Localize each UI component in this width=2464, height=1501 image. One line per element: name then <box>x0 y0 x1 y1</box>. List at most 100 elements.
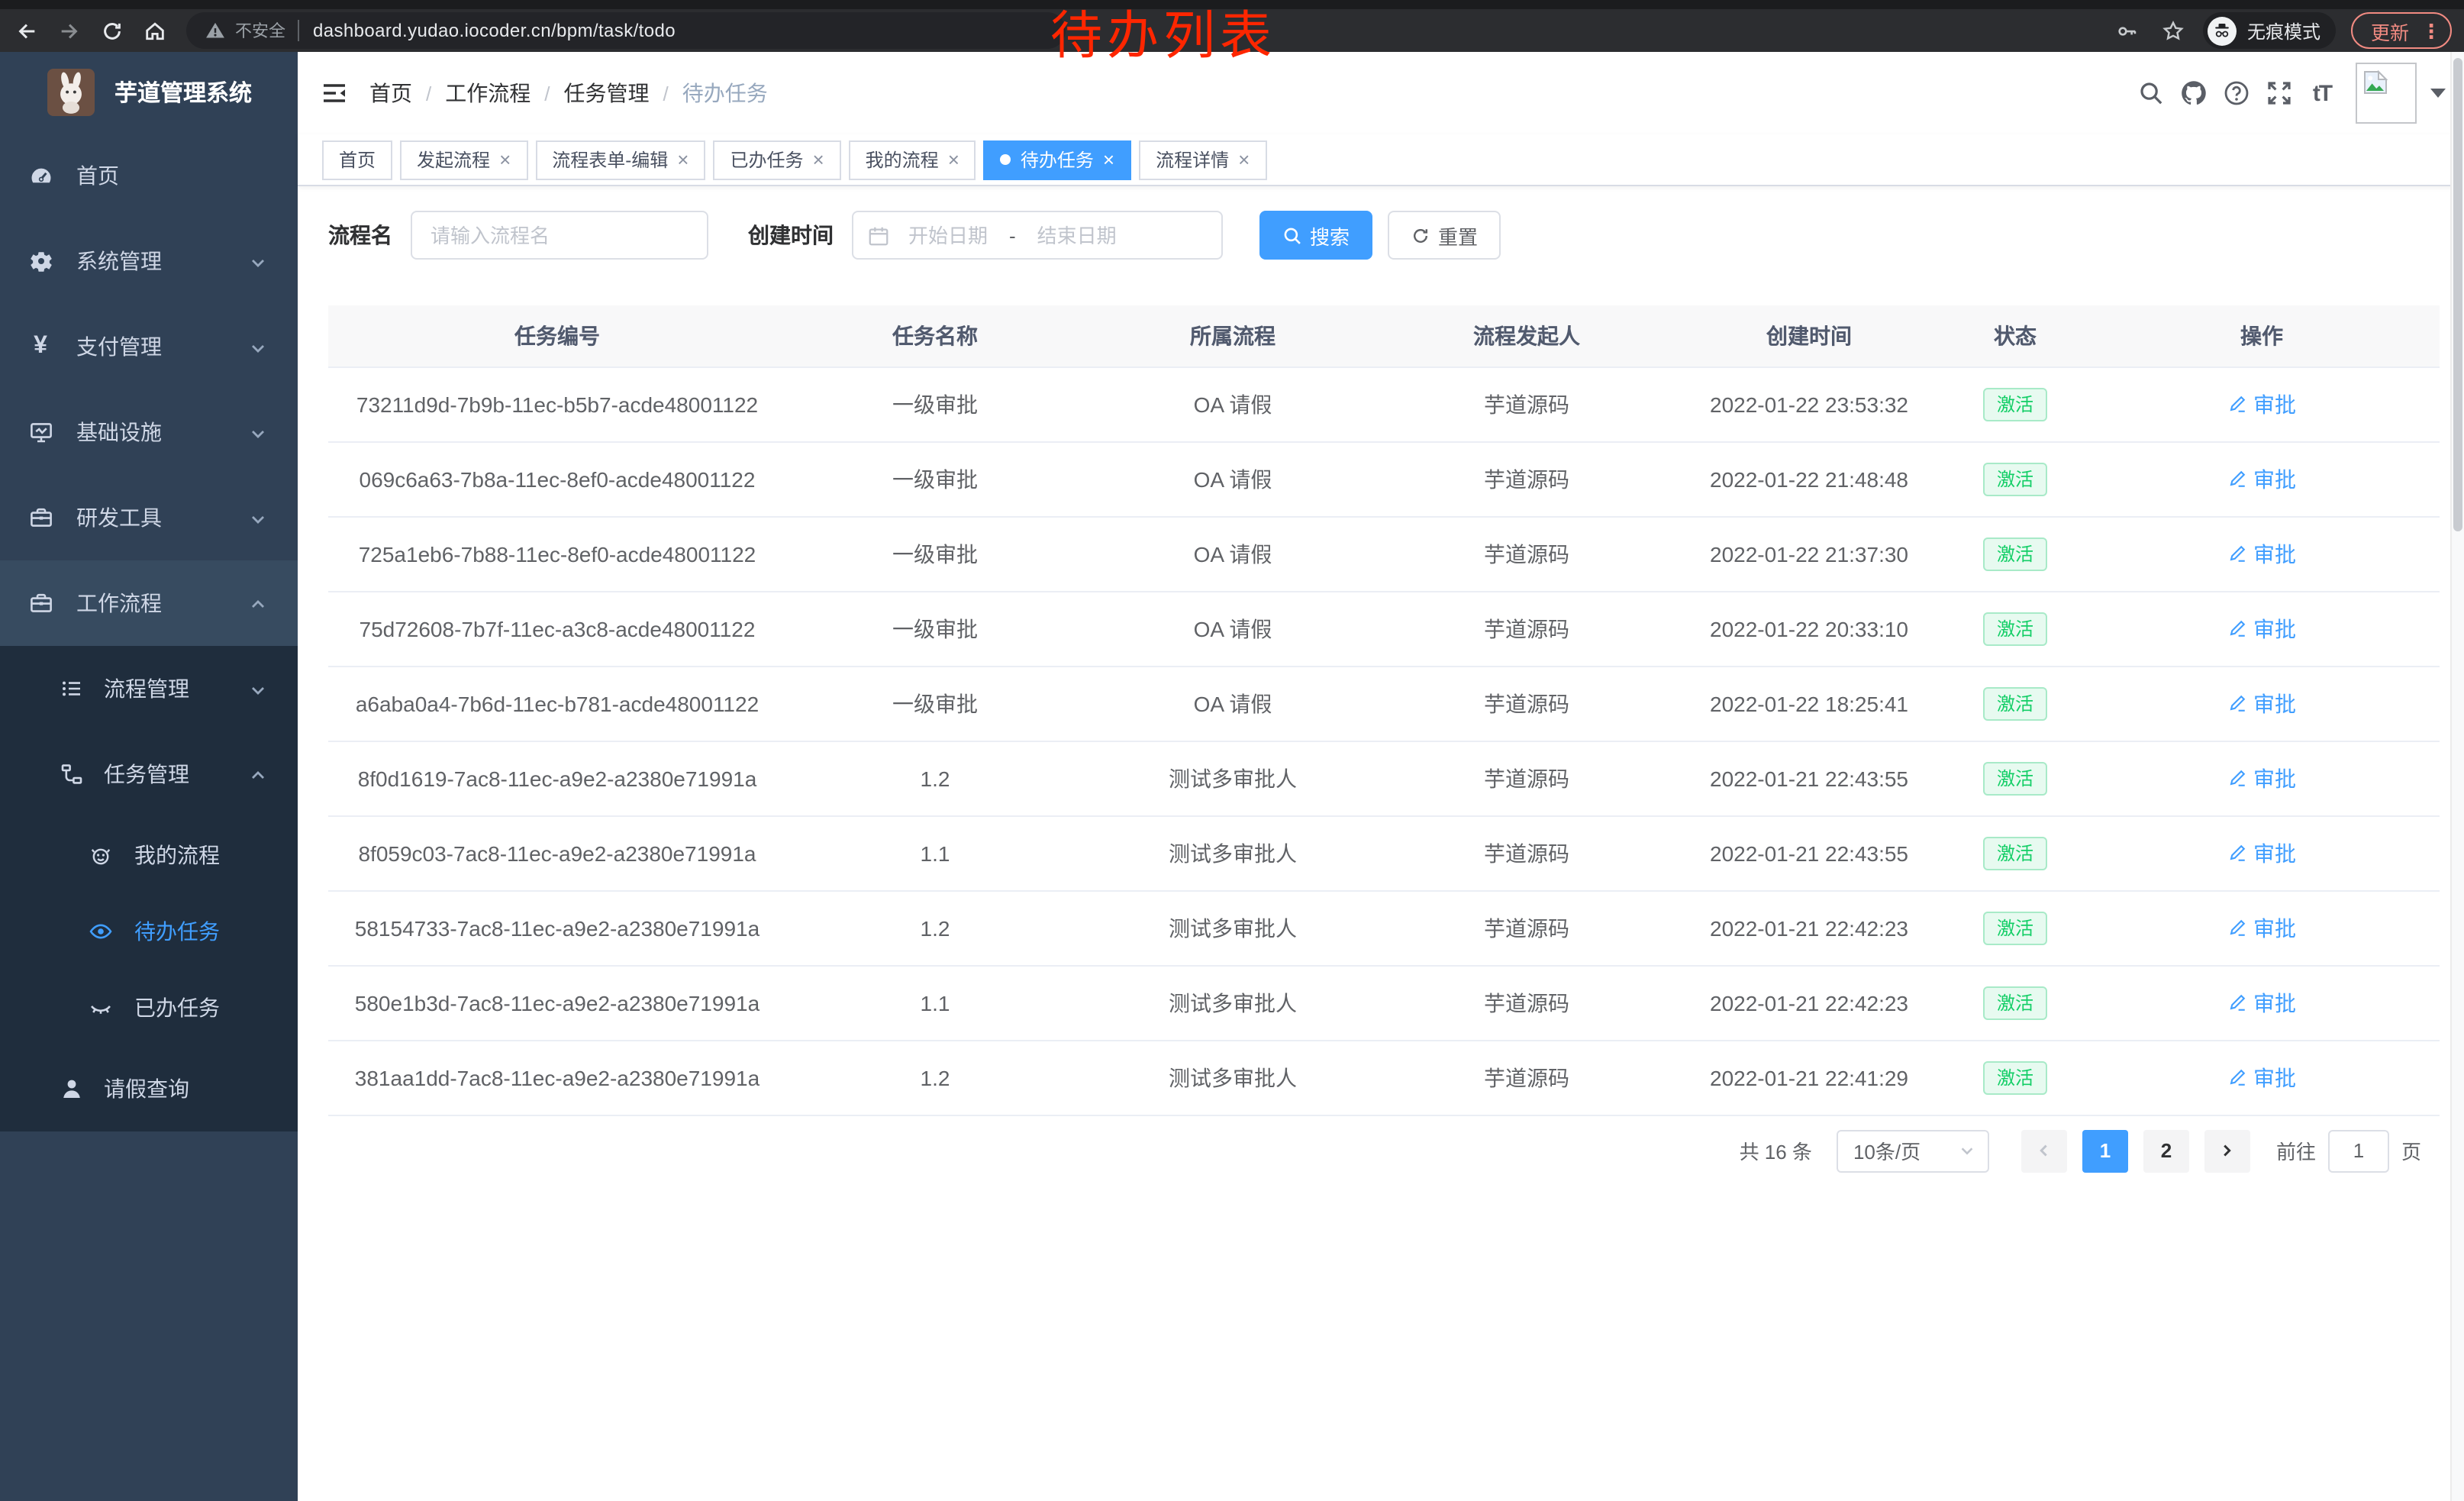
page-button-2[interactable]: 2 <box>2143 1129 2189 1172</box>
approve-link[interactable]: 审批 <box>2227 987 2296 1018</box>
breadcrumb-home[interactable]: 首页 <box>369 78 412 108</box>
close-icon[interactable]: × <box>499 150 511 169</box>
fullscreen-icon[interactable] <box>2258 72 2301 115</box>
app-logo-image <box>47 69 95 116</box>
edit-pen-icon <box>2227 918 2247 938</box>
tab-home[interactable]: 首页 <box>322 140 392 179</box>
starter-cell: 芋道源码 <box>1484 691 1569 715</box>
approve-link[interactable]: 审批 <box>2227 1062 2296 1093</box>
next-page-button[interactable] <box>2204 1129 2250 1172</box>
sidebar-collapse-icon[interactable] <box>318 76 351 110</box>
chevron-down-icon <box>1959 1142 1975 1159</box>
sidebar-item-home[interactable]: 首页 <box>0 133 298 218</box>
close-icon[interactable]: × <box>1238 150 1250 169</box>
forward-icon[interactable] <box>52 14 85 47</box>
task-id-cell: 725a1eb6-7b88-11ec-8ef0-acde48001122 <box>359 541 756 566</box>
task-id-cell: 580e1b3d-7ac8-11ec-a9e2-a2380e71991a <box>355 990 760 1015</box>
sidebar-item-label: 工作流程 <box>76 588 162 618</box>
approve-link[interactable]: 审批 <box>2227 538 2296 569</box>
sidebar-item-todo-tasks[interactable]: 待办任务 <box>0 893 298 970</box>
font-size-icon[interactable]: tT <box>2301 72 2343 115</box>
process-name-input[interactable] <box>411 211 708 260</box>
sidebar-item-done-tasks[interactable]: 已办任务 <box>0 970 298 1046</box>
approve-link[interactable]: 审批 <box>2227 912 2296 943</box>
tab-my-process[interactable]: 我的流程× <box>849 140 976 179</box>
tab-start-process[interactable]: 发起流程× <box>400 140 527 179</box>
goto-label: 前往 <box>2276 1136 2316 1165</box>
sidebar-item-task-management[interactable]: 任务管理 <box>0 731 298 817</box>
scrollbar-thumb[interactable] <box>2453 58 2462 531</box>
create-time-cell: 2022-01-21 22:43:55 <box>1710 766 1908 790</box>
end-date-input[interactable] <box>1019 224 1135 247</box>
yen-icon: ¥ <box>27 334 53 360</box>
bookmark-star-icon[interactable] <box>2157 14 2191 47</box>
search-button[interactable]: 搜索 <box>1259 211 1372 260</box>
edit-pen-icon <box>2227 618 2247 638</box>
sidebar-item-my-process[interactable]: 我的流程 <box>0 817 298 893</box>
reload-icon[interactable] <box>95 14 128 47</box>
page-button-1[interactable]: 1 <box>2082 1129 2128 1172</box>
approve-link[interactable]: 审批 <box>2227 688 2296 718</box>
help-icon[interactable] <box>2215 72 2258 115</box>
tab-done-tasks[interactable]: 已办任务× <box>713 140 840 179</box>
process-cell: OA 请假 <box>1194 616 1272 641</box>
close-icon[interactable]: × <box>812 150 824 169</box>
sidebar-item-leave-query[interactable]: 请假查询 <box>0 1046 298 1131</box>
search-icon[interactable] <box>2130 72 2172 115</box>
close-icon[interactable]: × <box>1103 150 1114 169</box>
approve-label: 审批 <box>2253 912 2296 943</box>
task-name-cell: 一级审批 <box>892 466 978 491</box>
filter-form: 流程名 创建时间 - 搜索 重置 <box>328 211 2440 260</box>
task-name-cell: 1.2 <box>921 766 950 790</box>
app-logo-block[interactable]: 芋道管理系统 <box>0 52 298 133</box>
update-label: 更新 <box>2371 16 2409 45</box>
approve-link[interactable]: 审批 <box>2227 389 2296 419</box>
sidebar-item-workflow[interactable]: 工作流程 <box>0 560 298 646</box>
starter-cell: 芋道源码 <box>1484 1065 1569 1089</box>
tab-process-form-edit[interactable]: 流程表单-编辑 × <box>535 140 705 179</box>
start-date-input[interactable] <box>890 224 1006 247</box>
process-cell: 测试多审批人 <box>1169 990 1297 1015</box>
prev-page-button[interactable] <box>2021 1129 2067 1172</box>
close-icon[interactable]: × <box>677 150 689 169</box>
tab-label: 流程表单-编辑 <box>552 147 668 173</box>
sidebar-item-infrastructure[interactable]: 基础设施 <box>0 389 298 475</box>
tab-process-detail[interactable]: 流程详情 × <box>1139 140 1266 179</box>
avatar[interactable] <box>2356 63 2417 124</box>
tab-label: 流程详情 <box>1156 147 1229 173</box>
goto-page-input[interactable] <box>2328 1129 2389 1172</box>
sidebar-item-dev-tools[interactable]: 研发工具 <box>0 475 298 560</box>
home-icon[interactable] <box>137 14 171 47</box>
task-name-cell: 1.1 <box>921 990 950 1015</box>
approve-link[interactable]: 审批 <box>2227 838 2296 868</box>
sidebar-item-system[interactable]: 系统管理 <box>0 218 298 304</box>
status-badge: 激活 <box>1983 986 2047 1019</box>
url-bar[interactable]: 不安全 dashboard.yudao.iocoder.cn/bpm/task/… <box>186 12 1066 49</box>
process-cell: OA 请假 <box>1194 466 1272 491</box>
tab-todo-tasks[interactable]: 待办任务× <box>984 140 1131 179</box>
status-badge: 激活 <box>1983 1060 2047 1094</box>
chevron-left-icon <box>2036 1142 2053 1159</box>
starter-cell: 芋道源码 <box>1484 466 1569 491</box>
github-icon[interactable] <box>2172 72 2215 115</box>
page-size-select[interactable]: 10条/页 <box>1837 1129 1989 1172</box>
table-row: 725a1eb6-7b88-11ec-8ef0-acde48001122 一级审… <box>328 516 2440 591</box>
date-range-picker[interactable]: - <box>852 211 1223 260</box>
close-icon[interactable]: × <box>948 150 959 169</box>
scrollbar[interactable] <box>2450 52 2464 1501</box>
avatar-caret-icon[interactable] <box>2430 89 2446 98</box>
back-icon[interactable] <box>9 14 43 47</box>
approve-link[interactable]: 审批 <box>2227 763 2296 793</box>
sidebar-item-label: 首页 <box>76 160 119 191</box>
create-time-cell: 2022-01-22 21:48:48 <box>1710 466 1908 491</box>
password-key-icon[interactable] <box>2111 14 2145 47</box>
breadcrumb-task-management[interactable]: 任务管理 <box>564 78 650 108</box>
sidebar-item-payment[interactable]: ¥ 支付管理 <box>0 304 298 389</box>
breadcrumb-workflow[interactable]: 工作流程 <box>445 78 531 108</box>
approve-link[interactable]: 审批 <box>2227 463 2296 494</box>
sidebar-item-process-management[interactable]: 流程管理 <box>0 646 298 731</box>
reset-button[interactable]: 重置 <box>1388 211 1501 260</box>
browser-menu-icon[interactable]: ⋮ <box>2421 21 2441 40</box>
update-button[interactable]: 更新 ⋮ <box>2351 12 2452 49</box>
approve-link[interactable]: 审批 <box>2227 613 2296 644</box>
